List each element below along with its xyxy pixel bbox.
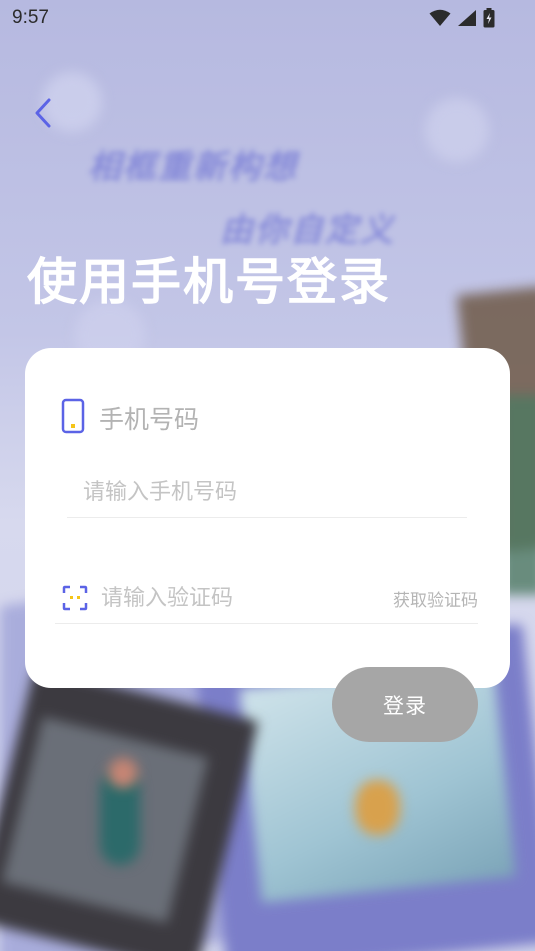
bg-photo-detail (355, 780, 400, 835)
verification-code-row: 获取验证码 (55, 573, 478, 624)
bg-circle (425, 98, 489, 162)
wifi-icon (429, 9, 451, 31)
signal-icon (457, 9, 477, 31)
login-card: 手机号码 获取验证码 (25, 348, 510, 688)
phone-label: 手机号码 (99, 405, 200, 434)
smartphone-icon (61, 398, 85, 438)
bg-photo-detail (108, 758, 138, 788)
page-title: 使用手机号登录 (27, 253, 391, 311)
background-slogan: 相框重新构想 (88, 147, 298, 186)
chevron-left-icon (33, 97, 53, 133)
status-icons (429, 8, 495, 32)
get-code-button[interactable]: 获取验证码 (393, 586, 478, 611)
phone-label-row: 手机号码 (61, 398, 199, 438)
login-button[interactable]: 登录 (332, 667, 478, 742)
battery-icon (483, 8, 495, 32)
status-bar: 9:57 (0, 0, 535, 36)
status-time: 9:57 (12, 7, 49, 28)
phone-input[interactable] (67, 468, 467, 518)
verification-code-input[interactable] (99, 577, 393, 619)
verification-code-icon (61, 584, 89, 612)
back-button[interactable] (26, 98, 60, 132)
